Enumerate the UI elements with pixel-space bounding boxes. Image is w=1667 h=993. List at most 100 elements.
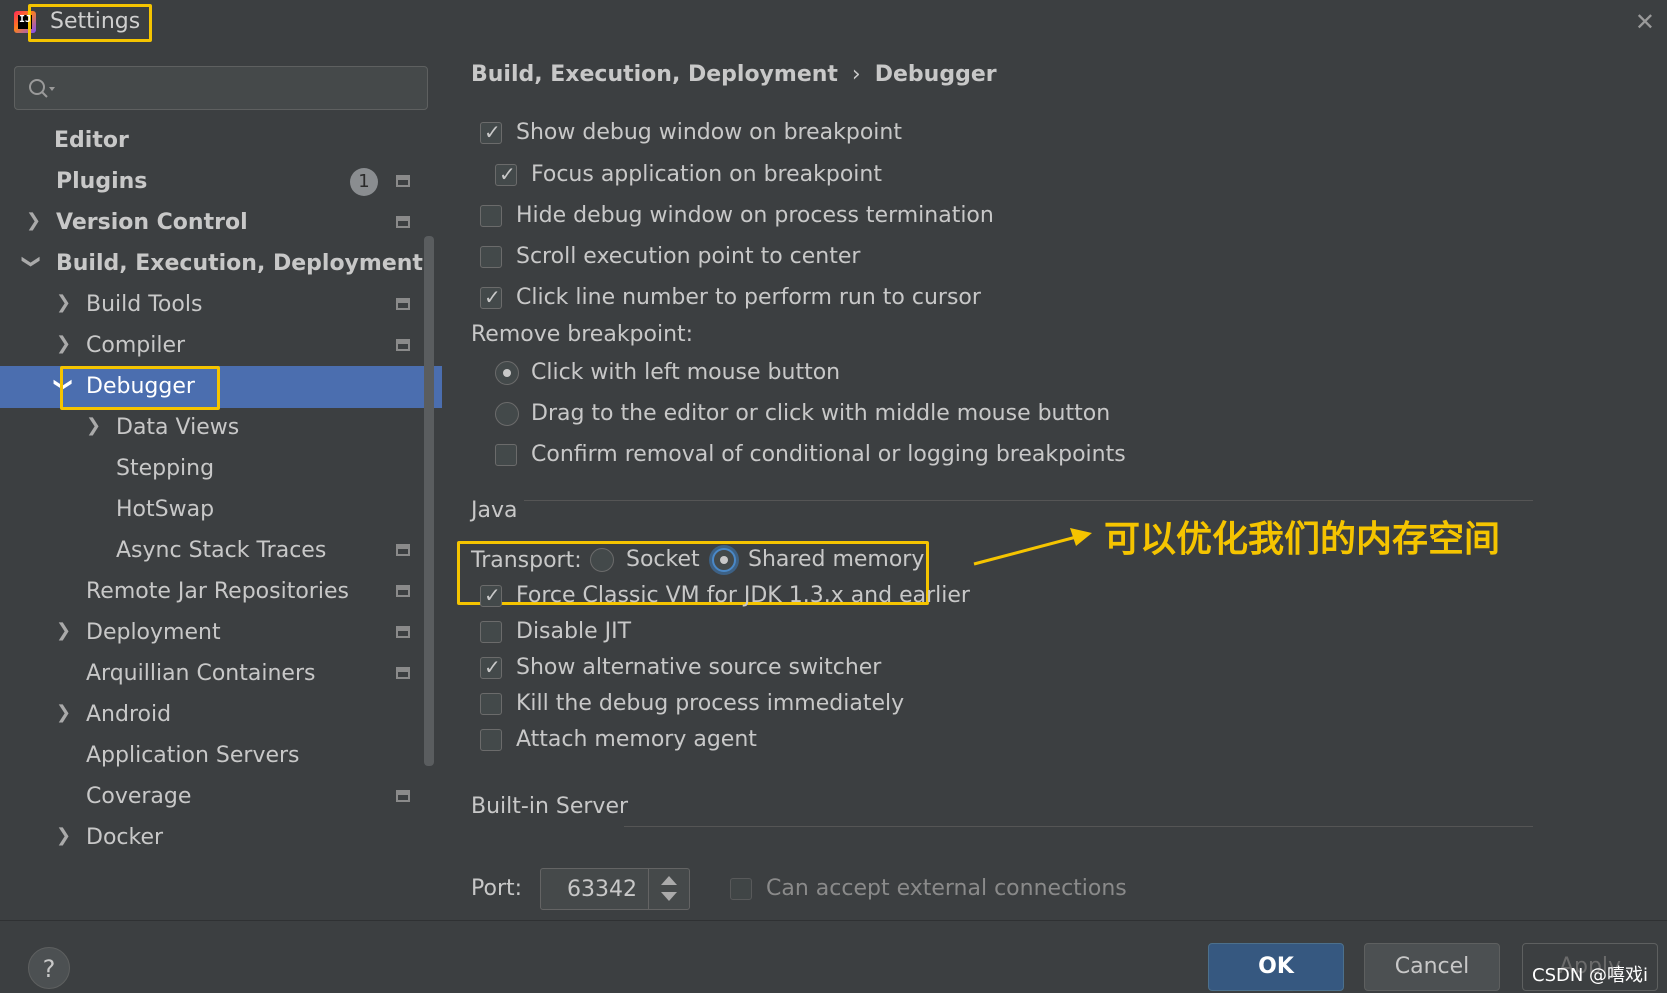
project-settings-icon (396, 667, 410, 679)
checkbox-unchecked[interactable] (480, 246, 502, 268)
sidebar-item-coverage[interactable]: Coverage (0, 776, 442, 818)
cancel-button[interactable]: Cancel (1364, 943, 1500, 991)
checkbox-label: Scroll execution point to center (516, 244, 861, 269)
arrow-down-icon[interactable] (661, 892, 677, 901)
title-highlight-box (28, 4, 152, 42)
breadcrumb-separator: › (851, 62, 861, 87)
checkbox-unchecked[interactable] (730, 878, 752, 900)
close-icon[interactable]: ✕ (1635, 8, 1655, 36)
checkbox-label: Show alternative source switcher (516, 655, 882, 680)
sidebar-item-label: Arquillian Containers (86, 661, 316, 686)
chevron-right-icon[interactable]: ❯ (26, 210, 41, 231)
project-settings-icon (396, 544, 410, 556)
checkbox-unchecked[interactable] (480, 205, 502, 227)
sidebar-item-label: Compiler (86, 333, 186, 358)
chevron-right-icon[interactable]: ❯ (86, 415, 101, 436)
sidebar-item-build-tools[interactable]: ❯ Build Tools (0, 284, 442, 326)
sidebar-item-debugger[interactable]: ❯ Debugger (0, 366, 442, 410)
sidebar-item-label: Deployment (86, 620, 221, 645)
checkbox-unchecked[interactable] (480, 693, 502, 715)
checkbox-checked[interactable] (480, 583, 502, 607)
checkbox-label: Focus application on breakpoint (531, 162, 882, 187)
title-bar: IJ Settings ✕ (0, 0, 1667, 46)
sidebar-item-hotswap[interactable]: HotSwap (0, 489, 442, 531)
project-settings-icon (396, 626, 410, 638)
sidebar-item-label: Version Control (56, 210, 248, 235)
port-spinner[interactable] (648, 869, 689, 909)
annotation-arrow-icon (973, 528, 1092, 566)
search-icon (29, 79, 55, 98)
sidebar-item-compiler[interactable]: ❯ Compiler (0, 325, 442, 367)
checkbox-label: Disable JIT (516, 619, 632, 644)
remove-breakpoint-label: Remove breakpoint: (471, 322, 694, 347)
sidebar-scrollbar[interactable] (424, 236, 434, 766)
chevron-down-icon[interactable]: ❯ (21, 254, 42, 269)
checkbox-checked[interactable] (495, 162, 517, 186)
sidebar-item-label: HotSwap (116, 497, 215, 522)
checkbox-label: Can accept external connections (766, 876, 1127, 901)
radio-unselected[interactable] (495, 402, 519, 426)
checkbox-label: Confirm removal of conditional or loggin… (531, 442, 1126, 467)
project-settings-icon (396, 790, 410, 802)
checkbox-unchecked[interactable] (495, 444, 517, 466)
checkbox-checked[interactable] (480, 655, 502, 679)
annotation-text: 可以优化我们的内存空间 (1104, 519, 1501, 560)
ok-button[interactable]: OK (1208, 943, 1344, 991)
help-button[interactable]: ? (28, 947, 70, 989)
checkbox-label: Hide debug window on process termination (516, 203, 994, 228)
sidebar-item-label: Application Servers (86, 743, 300, 768)
sidebar-item-async-stack-traces[interactable]: Async Stack Traces (0, 530, 442, 572)
sidebar-item-label: Build, Execution, Deployment (56, 251, 423, 276)
checkbox-checked[interactable] (480, 285, 502, 309)
sidebar-item-android[interactable]: ❯ Android (0, 694, 442, 736)
checkbox-unchecked[interactable] (480, 621, 502, 643)
checkbox-unchecked[interactable] (480, 729, 502, 751)
sidebar-item-stepping[interactable]: Stepping (0, 448, 442, 490)
sidebar-item-arquillian-containers[interactable]: Arquillian Containers (0, 653, 442, 695)
java-section-title: Java (471, 498, 518, 523)
chevron-right-icon[interactable]: ❯ (56, 620, 71, 641)
sidebar-item-editor[interactable]: Editor (0, 120, 442, 162)
sidebar-item-docker[interactable]: ❯ Docker (0, 817, 442, 859)
sidebar-item-label: Data Views (116, 415, 240, 440)
breadcrumb: Build, Execution, Deployment › Debugger (471, 62, 997, 87)
sidebar-item-application-servers[interactable]: Application Servers (0, 735, 442, 777)
section-divider (524, 500, 1533, 501)
sidebar-item-label: Stepping (116, 456, 215, 481)
sidebar-item-plugins[interactable]: Plugins 1 (0, 161, 442, 203)
arrow-up-icon[interactable] (661, 876, 677, 885)
port-stepper[interactable]: 63342 (540, 868, 690, 910)
breadcrumb-parent[interactable]: Build, Execution, Deployment (471, 62, 838, 87)
dialog-footer: ? OK Cancel Apply CSDN @嘻戏i (0, 920, 1667, 993)
port-input[interactable]: 63342 (567, 877, 637, 902)
settings-sidebar: Editor Plugins 1 ❯ Version Control ❯ Bui… (0, 46, 442, 920)
sidebar-item-label: Build Tools (86, 292, 203, 317)
sidebar-item-label: Plugins (56, 169, 148, 194)
project-settings-icon (396, 585, 410, 597)
sidebar-item-data-views[interactable]: ❯ Data Views (0, 407, 442, 449)
sidebar-item-version-control[interactable]: ❯ Version Control (0, 202, 442, 244)
radio-label: Click with left mouse button (531, 360, 841, 385)
sidebar-item-label: Coverage (86, 784, 192, 809)
project-settings-icon (396, 175, 410, 187)
project-settings-icon (396, 339, 410, 351)
chevron-right-icon[interactable]: ❯ (56, 333, 71, 354)
chevron-right-icon[interactable]: ❯ (56, 702, 71, 723)
chevron-right-icon[interactable]: ❯ (56, 292, 71, 313)
port-label: Port: (471, 876, 523, 901)
radio-label: Drag to the editor or click with middle … (531, 401, 1111, 426)
update-count-badge: 1 (350, 168, 378, 196)
search-input[interactable] (14, 66, 428, 110)
sidebar-item-build-execution-deployment[interactable]: ❯ Build, Execution, Deployment (0, 243, 442, 285)
sidebar-item-label: Remote Jar Repositories (86, 579, 349, 604)
watermark: CSDN @嘻戏i (1532, 965, 1649, 986)
checkbox-checked[interactable] (480, 120, 502, 144)
project-settings-icon (396, 298, 410, 310)
radio-selected[interactable] (495, 361, 519, 385)
checkbox-label: Kill the debug process immediately (516, 691, 905, 716)
checkbox-label: Click line number to perform run to curs… (516, 285, 981, 310)
sidebar-item-remote-jar-repositories[interactable]: Remote Jar Repositories (0, 571, 442, 613)
sidebar-item-label: Android (86, 702, 172, 727)
chevron-right-icon[interactable]: ❯ (56, 825, 71, 846)
sidebar-item-deployment[interactable]: ❯ Deployment (0, 612, 442, 654)
